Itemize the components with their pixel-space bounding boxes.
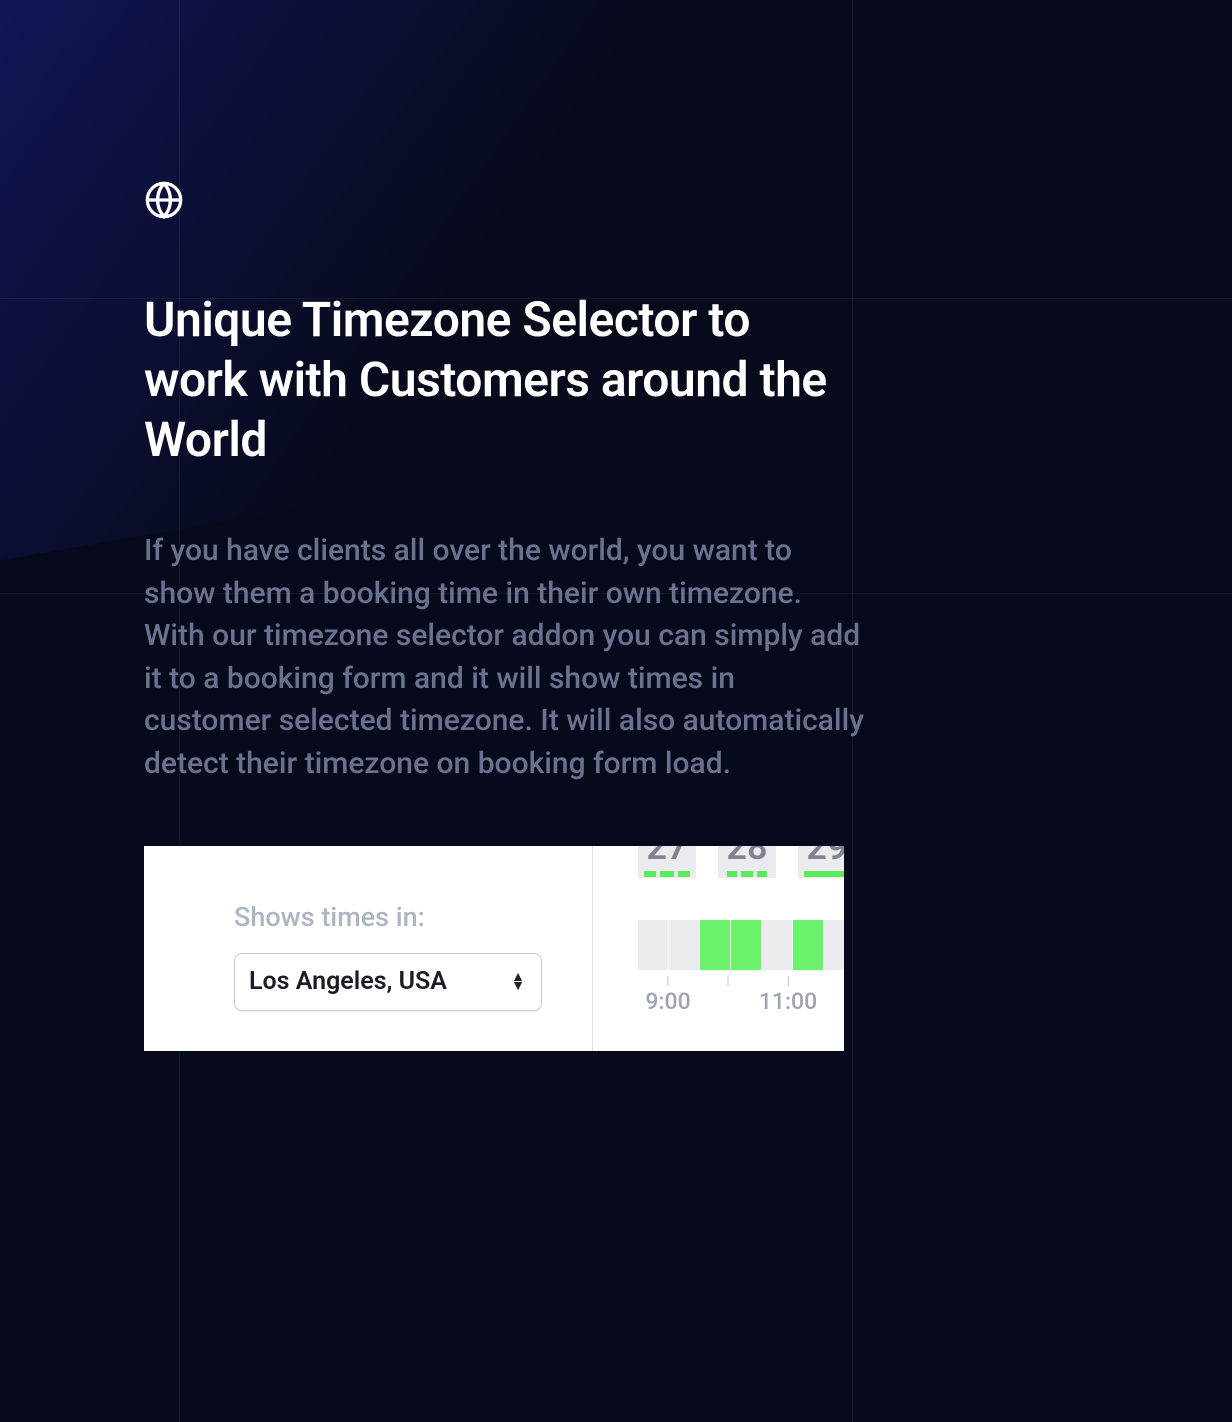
date-availability-dots [798,870,844,878]
timezone-selector-panel: Shows times in: Los Angeles, USA ▲▼ [144,846,593,1051]
time-slot[interactable] [669,920,699,970]
date-number: 28 [718,846,776,870]
time-slot[interactable] [824,920,844,970]
time-label: 9:00 [645,988,690,1015]
date-row: 27 28 29 [593,846,844,878]
feature-description: If you have clients all over the world, … [144,530,864,786]
date-availability-dots [718,870,776,878]
time-slot[interactable] [700,920,730,970]
time-label: 11:00 [759,988,817,1015]
time-slot[interactable] [762,920,792,970]
select-caret-icon: ▲▼ [511,974,525,990]
date-availability-dots [638,870,696,878]
time-slots-row [593,920,844,970]
date-number: 27 [638,846,696,870]
date-cell[interactable]: 27 [638,846,696,878]
date-cell[interactable]: 28 [718,846,776,878]
time-axis: 9:00 11:00 [593,976,844,1016]
time-slot[interactable] [793,920,823,970]
feature-title: Unique Timezone Selector to work with Cu… [144,290,864,470]
globe-icon [144,180,184,220]
date-number: 29 [798,846,844,870]
time-slot[interactable] [731,920,761,970]
content-container: Unique Timezone Selector to work with Cu… [0,0,1232,1051]
availability-panel: 27 28 29 [593,846,844,1051]
date-cell[interactable]: 29 [798,846,844,878]
timezone-select[interactable]: Los Angeles, USA ▲▼ [234,953,542,1011]
timezone-select-value: Los Angeles, USA [249,967,447,996]
time-slot[interactable] [638,920,668,970]
shows-times-label: Shows times in: [234,901,542,933]
booking-preview-card: Shows times in: Los Angeles, USA ▲▼ 27 2… [144,846,844,1051]
time-tick: 11:00 [759,976,817,1015]
time-tick [728,976,729,988]
time-tick: 9:00 [645,976,690,1015]
